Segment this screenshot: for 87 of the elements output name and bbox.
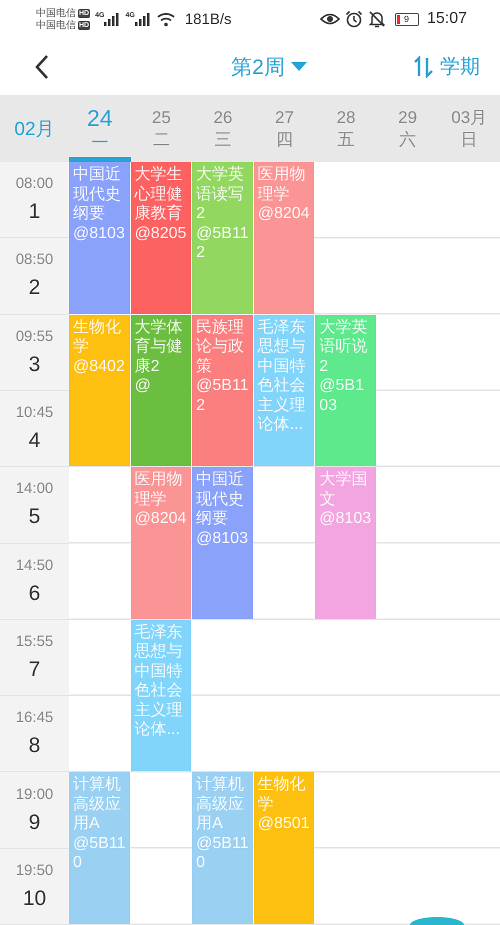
course-room: @5B112 [196,376,250,416]
course-name: 计算机高级应用A [73,775,122,834]
wifi-icon [156,11,176,27]
signal-icon [104,12,120,26]
period-number: 10 [22,886,46,911]
term-button[interactable]: 学期 [414,53,480,80]
course-block[interactable]: 大学体育与健康2 @ [130,314,192,466]
period-time: 15:55 [16,632,54,650]
course-block[interactable]: 中国近现代史纲要 @8103 [69,162,130,314]
dropdown-triangle-icon [290,62,307,72]
course-room: @8402 [73,356,126,376]
period-number: 7 [28,658,40,682]
period-number: 9 [28,810,40,835]
course-room: @8103 [196,528,249,548]
day-tab[interactable]: 26 三 [192,95,254,162]
course-room: @5B110 [196,834,250,873]
course-block[interactable]: 生物化学 @8501 [254,772,314,924]
day-tab[interactable]: 25 二 [130,95,192,162]
course-name: 计算机高级应用A [196,775,246,834]
period-time: 14:50 [16,556,54,574]
course-name: 医用物理学 [258,165,307,204]
course-block[interactable]: 医用物理学 @8204 [130,467,192,619]
course-name: 大学国文 [319,470,368,510]
day-tab[interactable]: 29 六 [376,95,438,162]
day-tab[interactable]: 03月 日 [438,95,500,162]
course-block[interactable]: 医用物理学 @8204 [254,162,314,314]
course-name: 医用物理学 [134,470,184,510]
eye-icon [320,12,340,26]
period-number: 1 [28,200,40,224]
period-time: 19:00 [16,786,54,803]
month-label: 02月 [14,118,55,142]
day-tab[interactable]: 28 五 [315,95,377,162]
course-block[interactable]: 毛泽东思想与中国特色社会主义理论体... [254,314,314,466]
signal-icon [134,12,151,26]
period-time: 19:50 [16,862,54,879]
period-number: 4 [28,429,40,454]
course-room: @ [134,376,152,396]
course-room: @8204 [134,509,188,529]
course-room: @8204 [258,204,311,224]
day-tab[interactable]: 27 四 [254,95,316,162]
period-number: 8 [28,734,40,758]
course-name: 生物化学 [73,318,122,357]
course-name: 大学英语读写2 [196,165,246,224]
period-number: 6 [28,582,40,606]
course-block[interactable]: 生物化学 @8402 [69,314,130,466]
course-block[interactable]: 计算机高级应用A @5B110 [69,772,130,924]
carrier-label: 中国电信 [36,8,76,18]
carrier-label: 中国电信 [36,20,76,30]
course-name: 民族理论与政策 [196,318,246,376]
course-name: 毛泽东思想与中国特色社会主义理论体... [134,622,184,740]
course-block[interactable]: 中国近现代史纲要 @8103 [192,467,253,619]
period-number: 3 [28,352,40,377]
course-room: @5B103 [319,376,365,416]
battery-level: 9 [404,14,409,24]
course-block[interactable]: 民族理论与政策 @5B112 [192,314,253,466]
week-selector[interactable]: 第2周 [231,52,307,80]
period-time: 16:45 [16,709,54,726]
course-block[interactable]: 大学国文 @8103 [315,467,376,619]
course-room: @5B112 [196,224,250,262]
period-time: 08:00 [16,175,54,192]
course-name: 大学英语听说2 [319,318,368,376]
course-block[interactable]: 大学英语听说2 @5B103 [315,314,376,466]
period-number: 2 [28,276,40,300]
course-room: @8501 [258,814,311,834]
course-name: 中国近现代史纲要 [73,165,122,224]
course-block[interactable]: 大学英语读写2 @5B112 [192,162,253,314]
period-time: 09:55 [16,328,54,345]
course-name: 大学生心理健康教育 [134,165,184,224]
period-time: 10:45 [16,404,54,422]
network-speed: 181B/s [184,10,232,28]
course-name: 生物化学 [258,775,307,814]
course-name: 中国近现代史纲要 [196,470,246,529]
course-room: @8103 [319,509,372,529]
course-room: @5B110 [73,834,126,873]
course-name: 大学体育与健康2 [134,318,184,376]
course-block[interactable]: 大学生心理健康教育 @8205 [130,162,192,314]
period-time: 14:00 [16,480,54,498]
period-number: 5 [28,505,40,530]
course-name: 毛泽东思想与中国特色社会主义理论体... [258,318,307,435]
clock: 15:07 [426,10,467,28]
course-block[interactable]: 毛泽东思想与中国特色社会主义理论体... [130,620,192,772]
period-time: 08:50 [16,251,54,268]
course-block[interactable]: 计算机高级应用A @5B110 [192,772,253,924]
course-room: @8205 [134,224,188,243]
bell-off-icon [368,10,386,28]
alarm-icon [344,10,363,28]
course-room: @8103 [73,224,126,243]
